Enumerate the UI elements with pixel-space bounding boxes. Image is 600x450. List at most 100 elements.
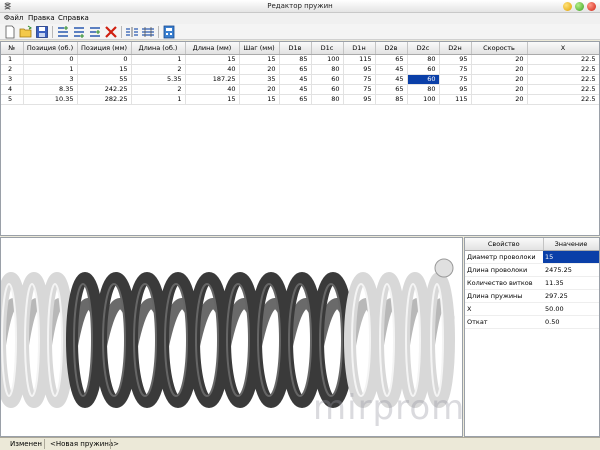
column-header[interactable]: Позиция (об.) (23, 42, 78, 55)
table-cell[interactable]: 15 (185, 94, 240, 105)
table-cell[interactable]: 8.35 (23, 84, 78, 95)
column-header[interactable]: X (527, 42, 599, 55)
table-cell[interactable]: 65 (279, 94, 312, 105)
table-cell[interactable]: 60 (407, 64, 440, 75)
table-row[interactable]: 3 3 55 5.35 187.25 35 45 60 75 45 60 75 20 22.5 (1, 74, 599, 85)
table-cell[interactable]: 60 (311, 74, 344, 85)
row-number-cell[interactable]: 3 (1, 74, 24, 85)
table-cell[interactable]: 0 (23, 54, 78, 65)
row-number-cell[interactable]: 5 (1, 94, 24, 105)
table-row[interactable]: 2 1 15 2 40 20 65 80 95 45 60 75 20 22.5 (1, 64, 599, 75)
table-cell[interactable]: 1 (131, 94, 186, 105)
column-header[interactable]: Скорость (471, 42, 528, 55)
table-cell[interactable]: 100 (407, 94, 440, 105)
table-cell[interactable]: 20 (239, 64, 280, 75)
property-value[interactable]: 11.35 (543, 276, 599, 290)
table-cell[interactable]: 282.25 (77, 94, 132, 105)
table-cell[interactable]: 1 (131, 54, 186, 65)
close-button[interactable] (587, 2, 596, 11)
table-cell[interactable]: 45 (279, 74, 312, 85)
table-cell[interactable]: 2 (131, 84, 186, 95)
table-cell[interactable]: 80 (311, 64, 344, 75)
table-cell[interactable]: 22.5 (527, 74, 599, 85)
table-cell[interactable]: 3 (23, 74, 78, 85)
table-cell[interactable]: 95 (439, 54, 472, 65)
column-header[interactable]: Шаг (мм) (239, 42, 280, 55)
menu-help[interactable]: Справка (58, 14, 89, 22)
table-cell[interactable]: 75 (439, 64, 472, 75)
insert-row-below-icon[interactable] (72, 25, 86, 39)
value-column-header[interactable]: Значение (543, 238, 599, 251)
table-cell[interactable]: 65 (279, 64, 312, 75)
table-cell[interactable]: 115 (439, 94, 472, 105)
properties-panel[interactable]: Свойство Значение Диаметр проволоки 15 Дли… (464, 237, 600, 437)
column-header[interactable]: Длина (об.) (131, 42, 186, 55)
maximize-button[interactable] (575, 2, 584, 11)
table-cell[interactable]: 65 (375, 54, 408, 65)
property-value[interactable]: 297.25 (543, 289, 599, 303)
table-cell[interactable]: 15 (185, 54, 240, 65)
table-cell[interactable]: 15 (239, 94, 280, 105)
table-cell[interactable]: 20 (471, 84, 528, 95)
table-cell[interactable]: 85 (375, 94, 408, 105)
table-row[interactable]: 1 0 0 1 15 15 85 100 115 65 80 95 20 22.5 (1, 54, 599, 65)
table-cell[interactable]: 65 (375, 84, 408, 95)
spring-3d-view[interactable]: mirprom.com (0, 237, 463, 437)
row-number-cell[interactable]: 1 (1, 54, 24, 65)
property-row[interactable]: Диаметр проволоки 15 (465, 250, 599, 264)
property-row[interactable]: X 50.00 (465, 302, 599, 316)
property-column-header[interactable]: Свойство (465, 238, 544, 251)
table-cell[interactable]: 80 (407, 54, 440, 65)
table-cell[interactable]: 22.5 (527, 94, 599, 105)
table-cell[interactable]: 60 (407, 74, 440, 85)
delete-row-icon[interactable] (104, 25, 118, 39)
table-cell[interactable]: 75 (343, 74, 376, 85)
table-cell[interactable]: 80 (407, 84, 440, 95)
table-cell[interactable]: 20 (239, 84, 280, 95)
table-cell[interactable]: 45 (279, 84, 312, 95)
row-number-cell[interactable]: 2 (1, 64, 24, 75)
minimize-button[interactable] (563, 2, 572, 11)
table-cell[interactable]: 45 (375, 64, 408, 75)
table-cell[interactable]: 20 (471, 64, 528, 75)
property-value[interactable]: 15 (543, 250, 599, 264)
menu-file[interactable]: Файл (4, 14, 23, 22)
table-cell[interactable]: 20 (471, 74, 528, 85)
table-cell[interactable]: 75 (343, 84, 376, 95)
property-value[interactable]: 50.00 (543, 302, 599, 316)
table-cell[interactable]: 187.25 (185, 74, 240, 85)
column-header[interactable]: D1н (343, 42, 376, 55)
split-coil-icon[interactable] (125, 25, 139, 39)
save-disk-icon[interactable] (35, 25, 49, 39)
table-row[interactable]: 5 10.35 282.25 1 15 15 65 80 95 85 100 115 20 22.5 (1, 94, 599, 105)
merge-coil-icon[interactable] (141, 25, 155, 39)
table-cell[interactable]: 0 (77, 54, 132, 65)
table-cell[interactable]: 2 (131, 64, 186, 75)
menu-edit[interactable]: Правка (28, 14, 55, 22)
table-cell[interactable]: 1 (23, 64, 78, 75)
table-cell[interactable]: 115 (343, 54, 376, 65)
property-value[interactable]: 2475.25 (543, 263, 599, 277)
row-number-cell[interactable]: 4 (1, 84, 24, 95)
column-header[interactable]: D2н (439, 42, 472, 55)
property-row[interactable]: Количество витков 11.35 (465, 276, 599, 290)
table-cell[interactable]: 95 (343, 94, 376, 105)
table-cell[interactable]: 95 (343, 64, 376, 75)
table-cell[interactable]: 10.35 (23, 94, 78, 105)
table-cell[interactable]: 15 (239, 54, 280, 65)
new-file-icon[interactable] (3, 25, 17, 39)
table-cell[interactable]: 15 (77, 64, 132, 75)
insert-row-above-icon[interactable] (56, 25, 70, 39)
column-header[interactable]: D1с (311, 42, 344, 55)
table-cell[interactable]: 40 (185, 84, 240, 95)
table-row[interactable]: 4 8.35 242.25 2 40 20 45 60 75 65 80 95 20 22.5 (1, 84, 599, 95)
table-cell[interactable]: 5.35 (131, 74, 186, 85)
table-cell[interactable]: 80 (311, 94, 344, 105)
table-cell[interactable]: 22.5 (527, 54, 599, 65)
column-header[interactable]: Длина (мм) (185, 42, 240, 55)
table-cell[interactable]: 60 (311, 84, 344, 95)
table-cell[interactable]: 22.5 (527, 64, 599, 75)
table-cell[interactable]: 45 (375, 74, 408, 85)
table-cell[interactable]: 100 (311, 54, 344, 65)
column-header[interactable]: № (1, 42, 24, 55)
